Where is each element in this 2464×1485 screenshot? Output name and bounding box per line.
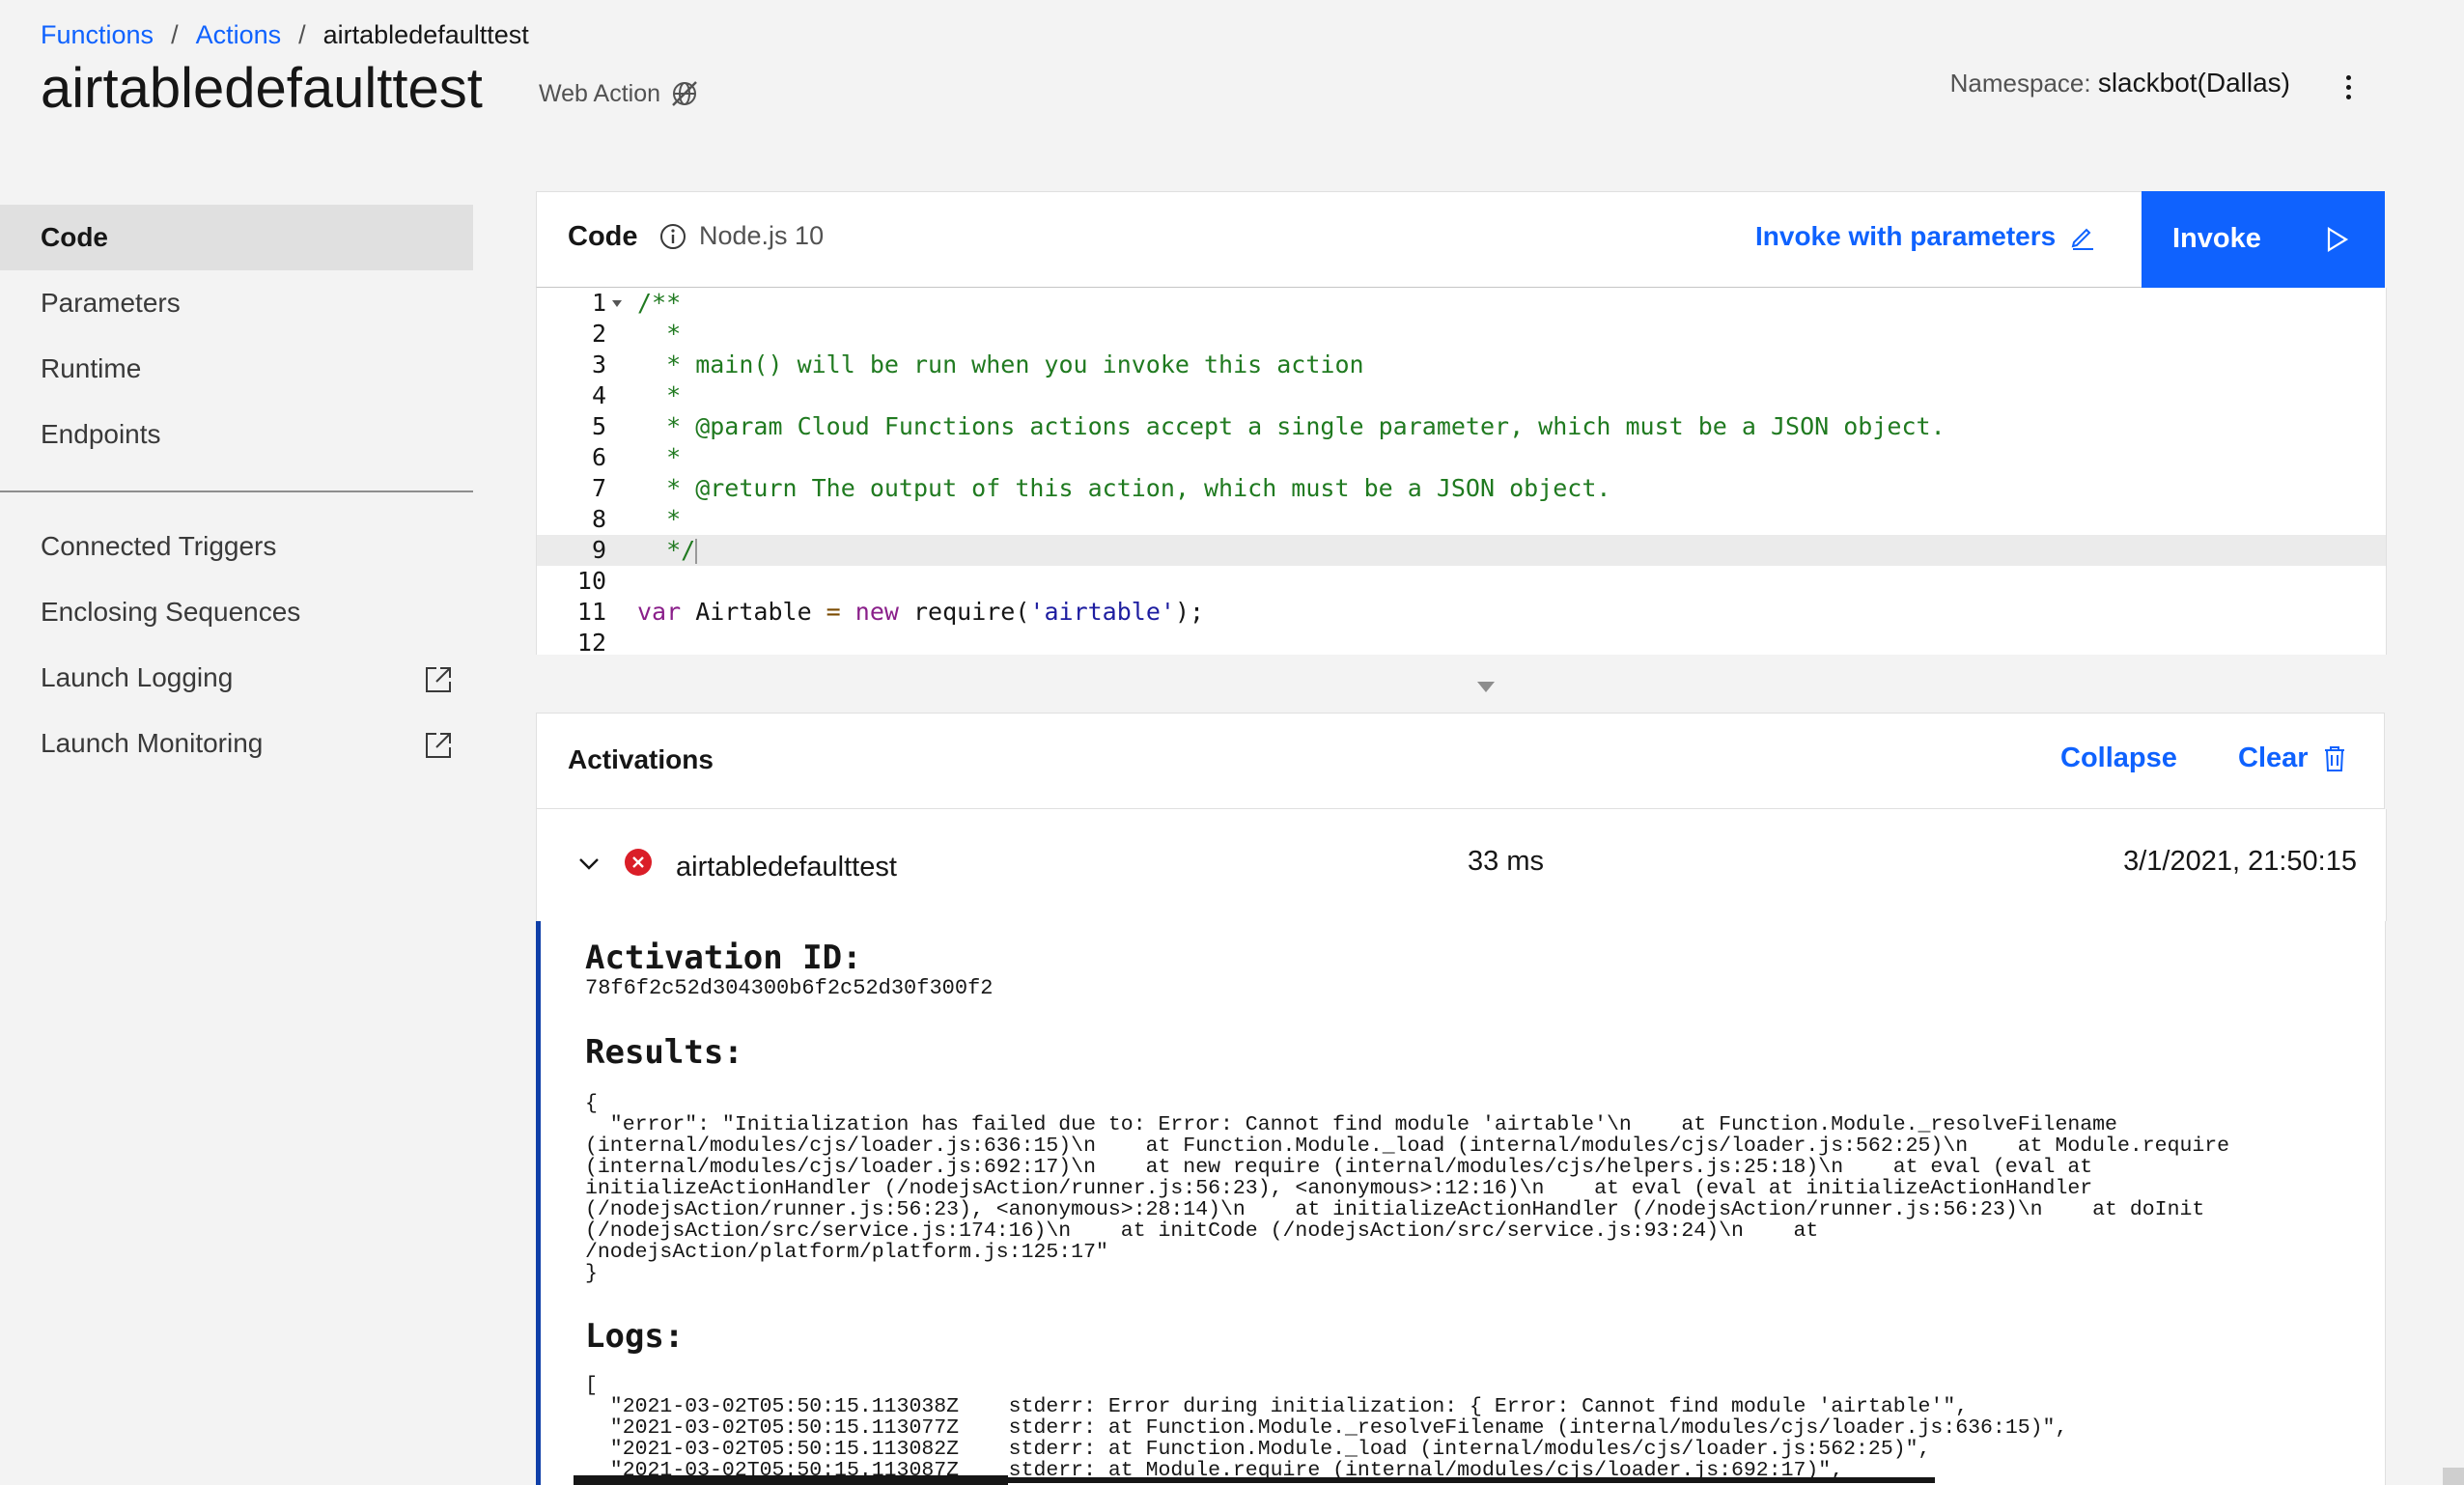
namespace-value: slackbot(Dallas) [2097,68,2290,98]
breadcrumb: Functions / Actions / airtabledefaulttes… [41,17,529,52]
text-cursor [695,539,698,564]
web-action-label: Web Action [539,79,661,107]
editor-line: 11 var Airtable = new require('airtable')… [576,598,1205,626]
editor-line-active: 9 */ [537,535,2386,566]
activation-id-value: 78f6f2c52d304300b6f2c52d30f300f2 [585,976,994,1000]
editor-line: 8 * [591,505,682,533]
sidebar-divider [0,490,473,492]
sidebar-item-code[interactable]: Code [0,205,473,270]
editor-line: 12 [576,629,606,655]
overflow-menu-icon[interactable] [2337,68,2360,106]
editor-line: 7 * @return The output of this action, w… [591,474,1611,502]
collapse-button[interactable]: Collapse [2060,742,2177,774]
runtime-info: Node.js 10 [658,221,824,251]
sidebar-item-launch-monitoring[interactable]: Launch Monitoring [0,711,473,776]
web-action-disabled-icon [672,81,697,106]
code-panel-title: Code [568,221,638,252]
horizontal-scrollbar-track[interactable] [1008,1477,1935,1483]
error-status-icon [625,849,652,876]
panel-resize-handle-icon[interactable] [1477,682,1495,692]
logs-heading: Logs: [585,1317,685,1356]
breadcrumb-current: airtabledefaulttest [322,19,529,49]
sidebar-item-parameters[interactable]: Parameters [0,270,473,336]
sidebar-item-endpoints[interactable]: Endpoints [0,402,473,467]
editor-line: 4 * [591,381,682,409]
fold-arrow-icon[interactable] [612,300,622,307]
sidebar-item-enclosing-sequences[interactable]: Enclosing Sequences [0,579,473,645]
play-icon [2327,227,2349,252]
page-title: airtabledefaulttest [41,57,483,120]
invoke-button[interactable]: Invoke [2142,191,2385,288]
sidebar-item-label: Launch Monitoring [41,728,264,758]
clear-button[interactable]: Clear [2238,742,2347,774]
editor-line: 5 * @param Cloud Functions actions accep… [591,412,1946,440]
activation-id-heading: Activation ID: [585,939,862,977]
logs-json: [ "2021-03-02T05:50:15.113038Z stderr: E… [585,1374,2068,1482]
breadcrumb-link-actions[interactable]: Actions [196,20,282,50]
results-heading: Results: [585,1033,743,1072]
invoke-with-parameters-button[interactable]: Invoke with parameters [1755,221,2096,252]
activation-name: airtabledefaulttest [676,852,897,883]
chevron-down-icon[interactable] [575,852,602,875]
activations-header: Activations Collapse Clear [536,713,2385,809]
editor-line: 3 * main() will be run when you invoke t… [591,350,1364,378]
launch-external-icon [426,667,451,692]
breadcrumb-separator: / [298,19,306,49]
sidebar-item-label: Launch Logging [41,662,234,692]
sidebar-item-runtime[interactable]: Runtime [0,336,473,402]
trash-icon [2324,745,2344,771]
activation-duration: 33 ms [1468,846,1544,877]
info-icon[interactable] [658,222,687,251]
namespace: Namespace: slackbot(Dallas) [1950,68,2290,98]
activation-detail: Activation ID: 78f6f2c52d304300b6f2c52d3… [536,921,2386,1485]
invoke-with-parameters-label: Invoke with parameters [1755,221,2057,251]
namespace-label: Namespace: [1949,69,2091,98]
detail-accent-bar [536,921,541,1485]
horizontal-scrollbar[interactable] [574,1475,1008,1485]
edit-pencil-icon [2071,228,2094,250]
invoke-label: Invoke [2172,223,2261,254]
web-action-tag[interactable]: Web Action [539,79,699,108]
results-json: { "error": "Initialization has failed du… [585,1092,2230,1285]
code-panel-header: Code Node.js 10 Invoke with parameters [536,191,2145,288]
activations-title: Activations [568,744,714,774]
code-editor[interactable]: 1/** 2 * 3 * main() will be run when you… [536,288,2387,655]
editor-line: 1/** [591,289,682,317]
activation-row[interactable]: airtabledefaulttest 33 ms 3/1/2021, 21:5… [536,809,2387,921]
editor-line: 6 * [591,443,682,471]
activation-timestamp: 3/1/2021, 21:50:15 [2123,846,2357,877]
breadcrumb-separator: / [171,19,179,49]
window-corner [2443,1468,2464,1485]
clear-label: Clear [2238,742,2309,773]
sidebar-nav: Code Parameters Runtime Endpoints Connec… [0,205,473,776]
breadcrumb-link-functions[interactable]: Functions [41,20,154,50]
editor-line: 10 [576,567,606,595]
runtime-label: Node.js 10 [699,221,825,250]
editor-line: 2 * [591,320,682,348]
launch-external-icon [426,733,451,758]
sidebar-item-launch-logging[interactable]: Launch Logging [0,645,473,711]
sidebar-item-connected-triggers[interactable]: Connected Triggers [0,514,473,579]
